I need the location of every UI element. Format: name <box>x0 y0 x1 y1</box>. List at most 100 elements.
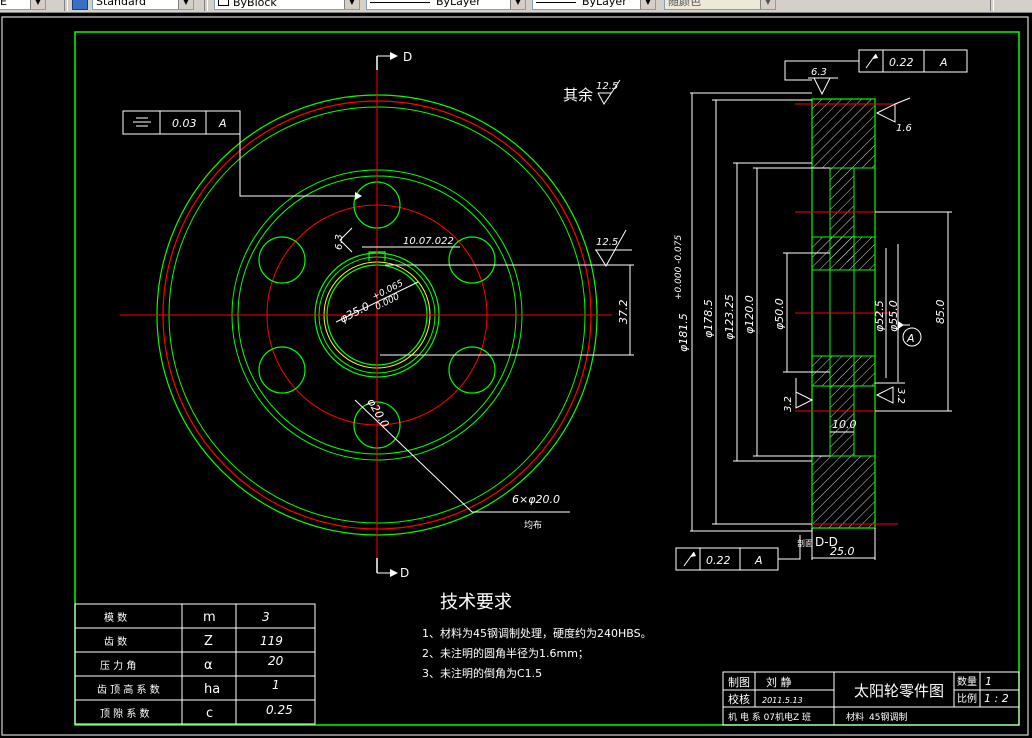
other-roughness-label: 其余 <box>563 86 593 104</box>
scale-value: 1 : 2 <box>984 692 1009 705</box>
flatness-leader <box>239 122 355 197</box>
section-label-bottom: D <box>400 566 409 580</box>
text-style-icon[interactable] <box>72 0 88 10</box>
gear-param-name: 齿 顶 高 系 数 <box>97 683 160 696</box>
bore-dim: φ35.0 <box>337 300 371 326</box>
gear-param-name: 压 力 角 <box>100 659 136 672</box>
gear-param-symbol: c <box>206 706 213 721</box>
tech-requirement-2: 2、未注明的圆角半径为1.6mm； <box>422 646 589 660</box>
drawing-inner-frame <box>74 31 1020 726</box>
keyway-roughness-value: 6.3 <box>334 234 345 250</box>
drawn-label: 制图 <box>728 676 750 689</box>
datum-a-label: A <box>906 332 915 345</box>
gear-param-value: 3 <box>262 610 270 624</box>
gear-param-symbol: ha <box>204 682 220 697</box>
chevron-down-icon[interactable]: ▼ <box>344 0 359 9</box>
roughness-symbol-3-2-left <box>795 378 814 409</box>
runout-icon-bottom <box>683 551 696 567</box>
tech-requirements-title: 技术要求 <box>440 592 512 613</box>
toolbar-separator <box>204 0 208 11</box>
section-label-top: D <box>403 50 412 64</box>
color-swatch <box>218 0 229 6</box>
roughness-symbol-1-6 <box>875 97 911 123</box>
gear-param-value: 119 <box>260 634 283 648</box>
dim-52-5: φ52.5 <box>873 300 886 332</box>
lineweight-dropdown[interactable]: ByLayer ▼ <box>532 0 656 10</box>
check-label: 校核 <box>728 692 750 706</box>
section-marker-bottom <box>376 558 398 577</box>
gear-param-symbol: Z <box>204 634 213 649</box>
dim-10: 10.0 <box>832 418 857 431</box>
holes-note-sub: 均布 <box>524 519 542 531</box>
section-view-label: D-D <box>815 535 838 549</box>
lineweight-sample <box>536 1 576 3</box>
chevron-down-icon[interactable]: ▼ <box>30 0 45 9</box>
scale-label: 比例 <box>957 692 977 705</box>
gear-param-name: 模 数 <box>104 611 127 624</box>
roughness-1-6-value: 1.6 <box>896 123 912 134</box>
linetype-sample <box>370 1 430 3</box>
hatch-top-rim <box>811 98 876 169</box>
roughness-3-2-right-value: 3.2 <box>895 388 906 404</box>
flatness-icon <box>133 117 151 127</box>
flatness-tolerance: 0.03 <box>172 117 197 130</box>
gear-param-value: 1 <box>272 678 280 692</box>
section-marker-top <box>376 52 398 70</box>
gear-param-table: 模 数 m 3 齿 数 Z 119 压 力 角 α 20 齿 顶 高 系 数 h… <box>74 603 316 725</box>
material-value: 45钢调制 <box>869 711 907 723</box>
dim-120: φ120.0 <box>743 295 756 334</box>
gear-param-row: 模 数 m 3 <box>104 610 270 625</box>
lineweight-value: ByLayer <box>582 0 627 8</box>
flatness-datum: A <box>218 117 227 130</box>
chevron-down-icon[interactable]: ▼ <box>640 0 655 9</box>
roughness-right-value: 12.5 <box>596 237 618 248</box>
properties-toolbar: E ▼ Standard ▼ ByBlock ▼ ByLayer ▼ ByLayer ▼ … <box>0 0 1032 13</box>
runout-datum-bottom: A <box>754 554 763 567</box>
tech-requirement-3: 3、未注明的倒角为C1.5 <box>422 666 542 680</box>
hatch-bottom-rim <box>811 455 876 529</box>
gear-param-row: 顶 隙 系 数 c 0.25 <box>100 703 293 721</box>
dim-178-5: φ178.5 <box>702 299 715 338</box>
color-dropdown[interactable]: ByBlock ▼ <box>214 0 360 10</box>
color-value: ByBlock <box>233 0 277 9</box>
runout-icon <box>865 53 878 69</box>
runout-datum-top: A <box>939 56 948 69</box>
qty-value: 1 <box>985 675 992 688</box>
gear-param-symbol: α <box>204 658 213 673</box>
dim-85: 85.0 <box>934 300 947 325</box>
dim-123-25: φ123.25 <box>723 294 736 340</box>
dim-od: φ181.5 <box>677 313 690 352</box>
hatch-hub-bottom <box>811 355 876 387</box>
plotstyle-dropdown[interactable]: 随颜色 ▼ <box>664 0 776 10</box>
linetype-dropdown[interactable]: ByLayer ▼ <box>366 0 526 10</box>
gear-param-symbol: m <box>203 610 216 625</box>
front-view: D D 0.03 A 其余 12.5 12.5 6.3 10.07.022 37… <box>120 50 634 580</box>
linetype-value: ByLayer <box>436 0 481 8</box>
part-name: 太阳轮零件图 <box>854 682 944 700</box>
text-style-dropdown[interactable]: Standard ▼ <box>92 0 194 10</box>
gear-param-name: 齿 数 <box>104 635 127 648</box>
chevron-down-icon[interactable]: ▼ <box>510 0 525 9</box>
drawing-canvas[interactable]: D D 0.03 A 其余 12.5 12.5 6.3 10.07.022 37… <box>0 13 1032 738</box>
gear-param-row: 齿 数 Z 119 <box>104 634 283 649</box>
roughness-top-value: 6.3 <box>811 67 827 78</box>
dim-37-2: 37.2 <box>617 300 630 325</box>
toolbar-separator <box>990 0 994 11</box>
chevron-down-icon[interactable]: ▼ <box>178 0 193 9</box>
gear-param-name: 顶 隙 系 数 <box>100 707 150 720</box>
chevron-down-icon[interactable]: ▼ <box>760 0 775 9</box>
tech-requirements: 技术要求 1、材料为45钢调制处理，硬度约为240HBS。 2、未注明的圆角半径… <box>422 592 652 680</box>
gear-param-row: 齿 顶 高 系 数 ha 1 <box>97 678 280 697</box>
gear-param-row: 压 力 角 α 20 <box>100 654 284 673</box>
section-note: 剖面 <box>797 538 813 548</box>
text-style-value: Standard <box>96 0 147 8</box>
department: 机 电 系 07机电Z 班 <box>728 711 811 723</box>
title-block: 制图 刘 静 校核 2011.5.13 太阳轮零件图 数量 1 比例 1 : 2… <box>722 671 1020 726</box>
section-view: φ181.5 +0.000 -0.075 φ178.5 φ123.25 φ120… <box>674 49 968 571</box>
gear-param-value: 20 <box>268 654 284 668</box>
roughness-symbol-right <box>595 229 632 267</box>
layer-dropdown[interactable]: E ▼ <box>0 0 46 10</box>
material-label: 材料 <box>846 711 864 723</box>
tech-requirement-1: 1、材料为45钢调制处理，硬度约为240HBS。 <box>422 626 652 640</box>
qty-label: 数量 <box>957 675 977 688</box>
